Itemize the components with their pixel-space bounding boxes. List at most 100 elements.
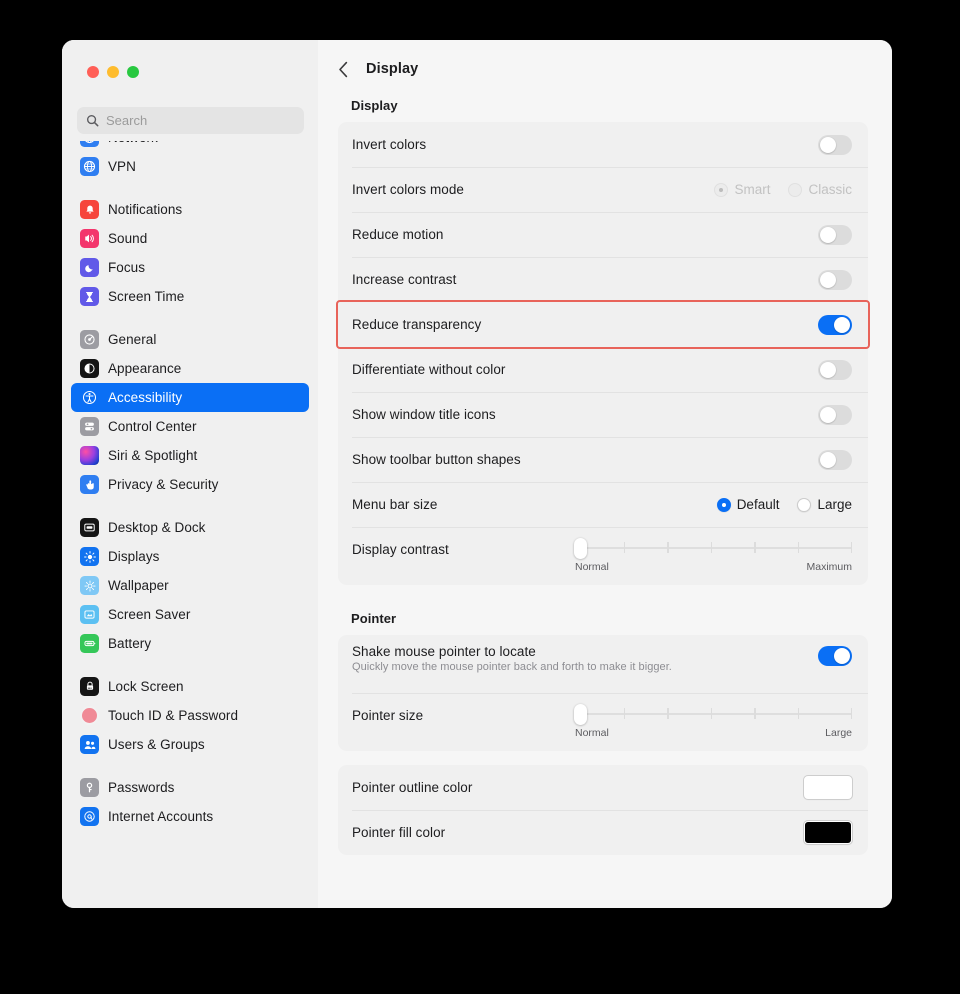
row-pointer-size[interactable]: Pointer size Normal Large — [338, 693, 868, 751]
row-reduce-motion[interactable]: Reduce motion — [338, 212, 868, 257]
row-invert-colors[interactable]: Invert colors — [338, 122, 868, 167]
sidebar-item-displays[interactable]: Displays — [71, 542, 309, 571]
row-label: Display contrast — [352, 542, 449, 557]
zoom-button[interactable] — [127, 66, 139, 78]
shake-mouse-pointer-toggle[interactable] — [818, 646, 852, 666]
row-label: Invert colors mode — [352, 182, 464, 197]
radio-default[interactable] — [716, 497, 731, 512]
minimize-button[interactable] — [107, 66, 119, 78]
sidebar-item-network[interactable]: Network — [71, 141, 309, 152]
menu-bar-size-radios[interactable]: Default Large — [716, 497, 852, 512]
row-label: Pointer fill color — [352, 825, 446, 840]
sidebar-item-label: Notifications — [108, 202, 183, 217]
radio-label: Classic — [808, 182, 852, 197]
sidebar-item-screen-saver[interactable]: Screen Saver — [71, 600, 309, 629]
pointer-fill-color-well[interactable] — [804, 821, 852, 844]
slider-knob[interactable] — [574, 704, 587, 725]
sidebar-item-general[interactable]: General — [71, 325, 309, 354]
lock-screen-icon — [80, 677, 99, 696]
network-icon — [80, 141, 99, 147]
radio-smart — [714, 182, 729, 197]
section-heading-pointer: Pointer — [351, 611, 397, 626]
search-input[interactable] — [106, 113, 295, 128]
increase-contrast-toggle[interactable] — [818, 269, 852, 290]
pointer-outline-color-well[interactable] — [804, 776, 852, 799]
radio-label: Smart — [734, 182, 771, 197]
slider-ticks — [580, 542, 853, 554]
displays-icon — [80, 547, 99, 566]
row-increase-contrast[interactable]: Increase contrast — [338, 257, 868, 302]
row-label: Show toolbar button shapes — [352, 452, 521, 467]
sound-icon — [80, 229, 99, 248]
row-sublabel: Quickly move the mouse pointer back and … — [352, 661, 672, 673]
sidebar-item-desktop-dock[interactable]: Desktop & Dock — [71, 513, 309, 542]
differentiate-without-color-toggle[interactable] — [818, 359, 852, 380]
row-label: Reduce transparency — [352, 317, 482, 332]
row-invert-colors-mode[interactable]: Invert colors mode Smart Classic — [338, 167, 868, 212]
sidebar-item-passwords[interactable]: Passwords — [71, 773, 309, 802]
row-reduce-transparency[interactable]: Reduce transparency — [336, 300, 870, 349]
sidebar-item-label: Internet Accounts — [108, 809, 214, 824]
sidebar-item-notifications[interactable]: Notifications — [71, 195, 309, 224]
radio-option-default[interactable]: Default — [716, 497, 779, 512]
show-window-title-icons-toggle[interactable] — [818, 404, 852, 425]
sidebar-item-lock-screen[interactable]: Lock Screen — [71, 672, 309, 701]
row-show-toolbar-button-shapes[interactable]: Show toolbar button shapes — [338, 437, 868, 482]
radio-label: Large — [817, 497, 852, 512]
sidebar-item-focus[interactable]: Focus — [71, 253, 309, 282]
row-menu-bar-size[interactable]: Menu bar size Default Large — [338, 482, 868, 527]
sidebar-item-battery[interactable]: Battery — [71, 629, 309, 658]
row-label: Reduce motion — [352, 227, 444, 242]
back-button[interactable] — [332, 58, 354, 80]
sidebar-item-privacy-security[interactable]: Privacy & Security — [71, 470, 309, 499]
radio-large[interactable] — [797, 497, 812, 512]
screen-time-icon — [80, 287, 99, 306]
row-display-contrast[interactable]: Display contrast Normal Maximum — [338, 527, 868, 585]
display-contrast-slider[interactable]: Normal Maximum — [574, 536, 853, 573]
sidebar-item-appearance[interactable]: Appearance — [71, 354, 309, 383]
settings-scroll-area[interactable]: Display Invert colors Invert colors mode — [318, 98, 892, 908]
detail-header: Display — [318, 40, 892, 98]
sidebar-item-label: Screen Time — [108, 289, 185, 304]
reduce-motion-toggle[interactable] — [818, 224, 852, 245]
slider-knob[interactable] — [574, 538, 587, 559]
row-pointer-outline-color[interactable]: Pointer outline color — [338, 765, 868, 810]
settings-card-display: Invert colors Invert colors mode Smart C… — [336, 122, 870, 585]
sidebar-item-label: Siri & Spotlight — [108, 448, 198, 463]
sidebar-item-control-center[interactable]: Control Center — [71, 412, 309, 441]
row-show-window-title-icons[interactable]: Show window title icons — [338, 392, 868, 437]
sidebar-item-users-groups[interactable]: Users & Groups — [71, 730, 309, 759]
sidebar-item-vpn[interactable]: VPN — [71, 152, 309, 181]
slider-track[interactable] — [574, 538, 853, 559]
sidebar-item-label: Lock Screen — [108, 679, 184, 694]
sidebar-item-accessibility[interactable]: Accessibility — [71, 383, 309, 412]
sidebar-item-label: Network — [108, 141, 158, 145]
row-pointer-fill-color[interactable]: Pointer fill color — [338, 810, 868, 855]
section-heading-display: Display — [351, 98, 398, 113]
sidebar-item-sound[interactable]: Sound — [71, 224, 309, 253]
search-field[interactable] — [77, 107, 304, 134]
radio-option-large[interactable]: Large — [797, 497, 852, 512]
pointer-size-slider[interactable]: Normal Large — [574, 702, 853, 739]
invert-colors-toggle[interactable] — [818, 134, 852, 155]
sidebar-item-label: Sound — [108, 231, 148, 246]
row-label: Increase contrast — [352, 272, 457, 287]
focus-icon — [80, 258, 99, 277]
page-title: Display — [366, 61, 419, 77]
sidebar-item-siri-spotlight[interactable]: Siri & Spotlight — [71, 441, 309, 470]
row-label: Pointer size — [352, 708, 424, 723]
row-differentiate-without-color[interactable]: Differentiate without color — [338, 347, 868, 392]
sidebar-nav-list[interactable]: Network VPN — [62, 141, 318, 908]
slider-track[interactable] — [574, 704, 853, 725]
reduce-transparency-toggle[interactable] — [818, 314, 852, 335]
show-toolbar-button-shapes-toggle[interactable] — [818, 449, 852, 470]
row-shake-mouse-pointer[interactable]: Shake mouse pointer to locate Quickly mo… — [338, 635, 868, 693]
sidebar-item-wallpaper[interactable]: Wallpaper — [71, 571, 309, 600]
sidebar-item-label: Appearance — [108, 361, 182, 376]
sidebar-item-touch-id[interactable]: Touch ID & Password — [71, 701, 309, 730]
sidebar-item-internet-accounts[interactable]: Internet Accounts — [71, 802, 309, 831]
close-button[interactable] — [87, 66, 99, 78]
row-label: Differentiate without color — [352, 362, 506, 377]
nav-group-network: Network VPN — [71, 141, 309, 195]
sidebar-item-screen-time[interactable]: Screen Time — [71, 282, 309, 311]
